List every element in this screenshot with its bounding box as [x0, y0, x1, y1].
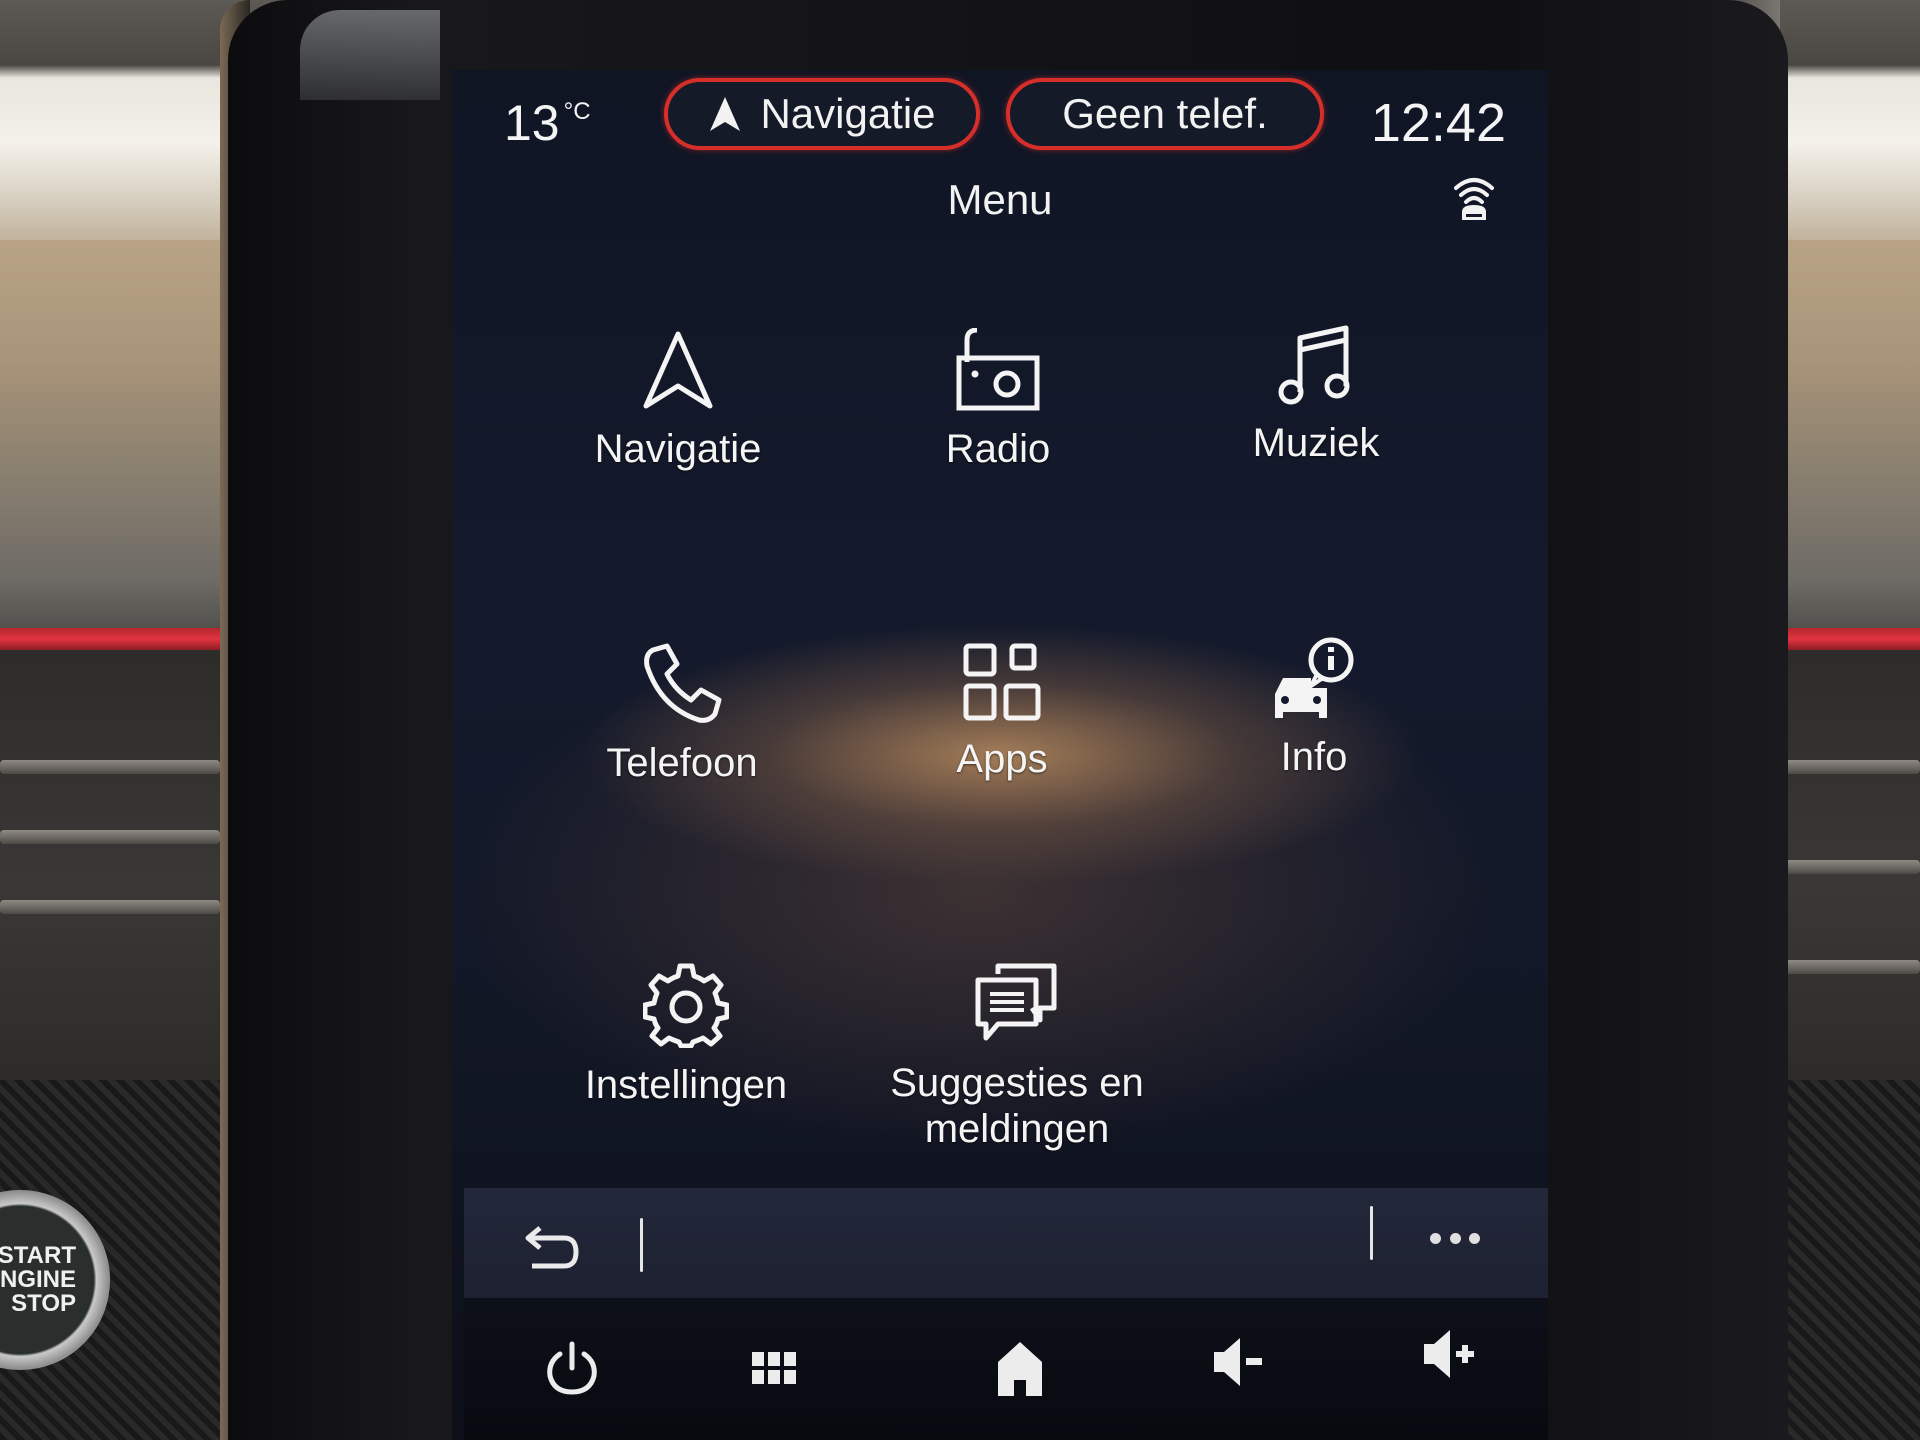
menu-item-label: Muziek	[1252, 421, 1380, 465]
volume-down-icon[interactable]	[1210, 1332, 1270, 1392]
more-dots-icon	[1449, 1232, 1461, 1244]
action-bar	[464, 1188, 1548, 1298]
home-icon[interactable]	[990, 1338, 1050, 1398]
menu-item-label: Apps	[956, 737, 1048, 781]
power-icon[interactable]	[542, 1338, 602, 1398]
menu-item-label: Navigatie	[594, 427, 762, 471]
outside-temperature: 13 °C	[504, 94, 591, 152]
music-note-icon	[1278, 325, 1350, 405]
back-arrow-icon[interactable]	[524, 1224, 580, 1272]
infotainment-screen: 13 °C Navigatie Geen telef. 12:42 Menu Na…	[452, 70, 1548, 1440]
air-vent-slat	[0, 900, 220, 914]
apps-grid-icon	[963, 643, 1041, 721]
navigation-arrow-icon	[643, 331, 713, 409]
connected-car-signal-icon[interactable]	[1452, 174, 1496, 222]
temperature-unit: °C	[563, 98, 591, 125]
menu-item-apps[interactable]: Apps	[852, 642, 1152, 862]
more-options-button[interactable]	[1430, 1228, 1480, 1248]
volume-up-icon[interactable]	[1420, 1324, 1480, 1384]
menu-item-label: Suggesties en meldingen	[890, 1061, 1144, 1151]
phone-shortcut-button[interactable]: Geen telef.	[1006, 78, 1324, 150]
menu-item-label: Info	[1280, 735, 1348, 779]
more-dots-icon	[1430, 1232, 1441, 1244]
status-bar: 13 °C Navigatie Geen telef. 12:42	[452, 70, 1548, 170]
phone-icon	[644, 643, 722, 723]
temperature-value: 13	[504, 95, 560, 151]
menu-item-navigatie[interactable]: Navigatie	[528, 328, 828, 548]
menu-item-info[interactable]: Info	[1164, 636, 1464, 856]
bezel-reflection	[300, 10, 440, 100]
menu-item-muziek[interactable]: Muziek	[1166, 322, 1466, 542]
menu-item-instellingen[interactable]: Instellingen	[536, 962, 836, 1182]
air-vent-slat	[0, 830, 220, 844]
notifications-chat-icon	[975, 963, 1057, 1041]
navigation-arrow-icon	[710, 97, 741, 131]
menu-item-radio[interactable]: Radio	[848, 328, 1148, 548]
menu-item-suggesties-en-meldingen[interactable]: Suggesties en meldingen	[852, 962, 1182, 1182]
navigation-shortcut-label: Navigatie	[760, 90, 936, 137]
action-bar-divider	[1370, 1206, 1373, 1260]
action-bar-divider	[640, 1218, 643, 1272]
menu-item-label: Telefoon	[606, 741, 758, 785]
start-button-label: START ENGINE STOP	[0, 1242, 76, 1317]
radio-icon	[956, 328, 1040, 411]
grid-menu-icon[interactable]	[746, 1338, 806, 1398]
air-vent-slat	[0, 760, 220, 774]
menu-item-label: Instellingen	[584, 1063, 788, 1107]
car-info-icon	[1275, 637, 1354, 718]
page-title: Menu	[947, 176, 1053, 223]
more-dots-icon	[1469, 1232, 1480, 1244]
menu-item-label: Radio	[945, 427, 1051, 471]
gear-icon	[643, 963, 729, 1048]
carbon-trim-right	[1770, 1080, 1920, 1440]
navigation-shortcut-button[interactable]: Navigatie	[664, 78, 980, 150]
clock: 12:42	[1370, 93, 1506, 153]
phone-shortcut-label: Geen telef.	[1062, 90, 1268, 137]
system-bar	[464, 1298, 1548, 1440]
menu-item-telefoon[interactable]: Telefoon	[532, 642, 832, 862]
